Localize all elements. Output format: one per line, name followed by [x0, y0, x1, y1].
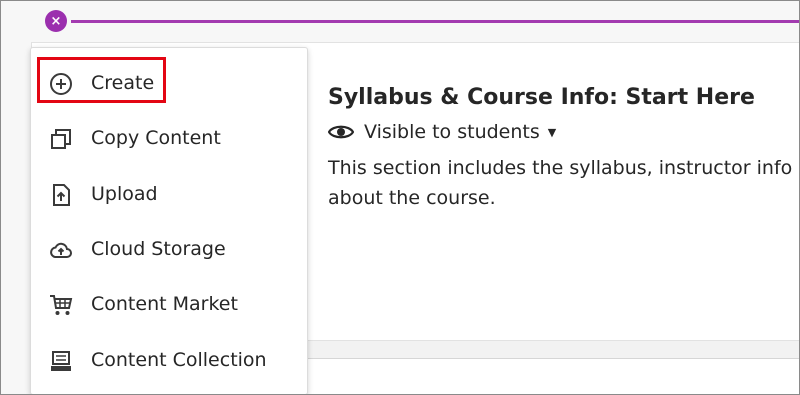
visibility-dropdown[interactable]: Visible to students ▼	[328, 121, 556, 143]
chevron-down-icon: ▼	[547, 125, 557, 139]
section-description: This section includes the syllabus, inst…	[328, 157, 793, 209]
plus-circle-icon	[49, 72, 73, 96]
add-content-menu: Create Copy Content Upload Cloud Storage…	[30, 47, 308, 394]
cloud-upload-icon	[49, 238, 73, 262]
menu-item-label: Create	[91, 72, 155, 94]
menu-item-label: Cloud Storage	[91, 238, 226, 260]
menu-item-content-collection[interactable]: Content Collection	[31, 338, 307, 382]
visibility-label: Visible to students	[364, 121, 540, 143]
menu-item-create[interactable]: Create	[31, 61, 307, 105]
menu-item-label: Copy Content	[91, 127, 221, 149]
menu-item-upload[interactable]: Upload	[31, 172, 307, 216]
menu-item-label: Content Market	[91, 293, 238, 315]
copy-icon	[49, 127, 73, 151]
menu-item-cloud-storage[interactable]: Cloud Storage	[31, 227, 307, 271]
add-content-divider	[71, 20, 799, 23]
upload-icon	[49, 183, 73, 207]
close-icon[interactable]: ×	[45, 10, 67, 32]
menu-item-label: Upload	[91, 183, 158, 205]
eye-icon	[328, 122, 354, 142]
cart-icon	[49, 293, 73, 317]
menu-item-copy-content[interactable]: Copy Content	[31, 116, 307, 160]
collection-icon	[49, 349, 73, 373]
menu-item-label: Content Collection	[91, 349, 267, 371]
section-title[interactable]: Syllabus & Course Info: Start Here	[328, 85, 755, 110]
section-gap	[307, 341, 799, 358]
menu-item-content-market[interactable]: Content Market	[31, 282, 307, 326]
page-frame: × Syllabus & Course Info: Start Here Vis…	[0, 0, 800, 395]
